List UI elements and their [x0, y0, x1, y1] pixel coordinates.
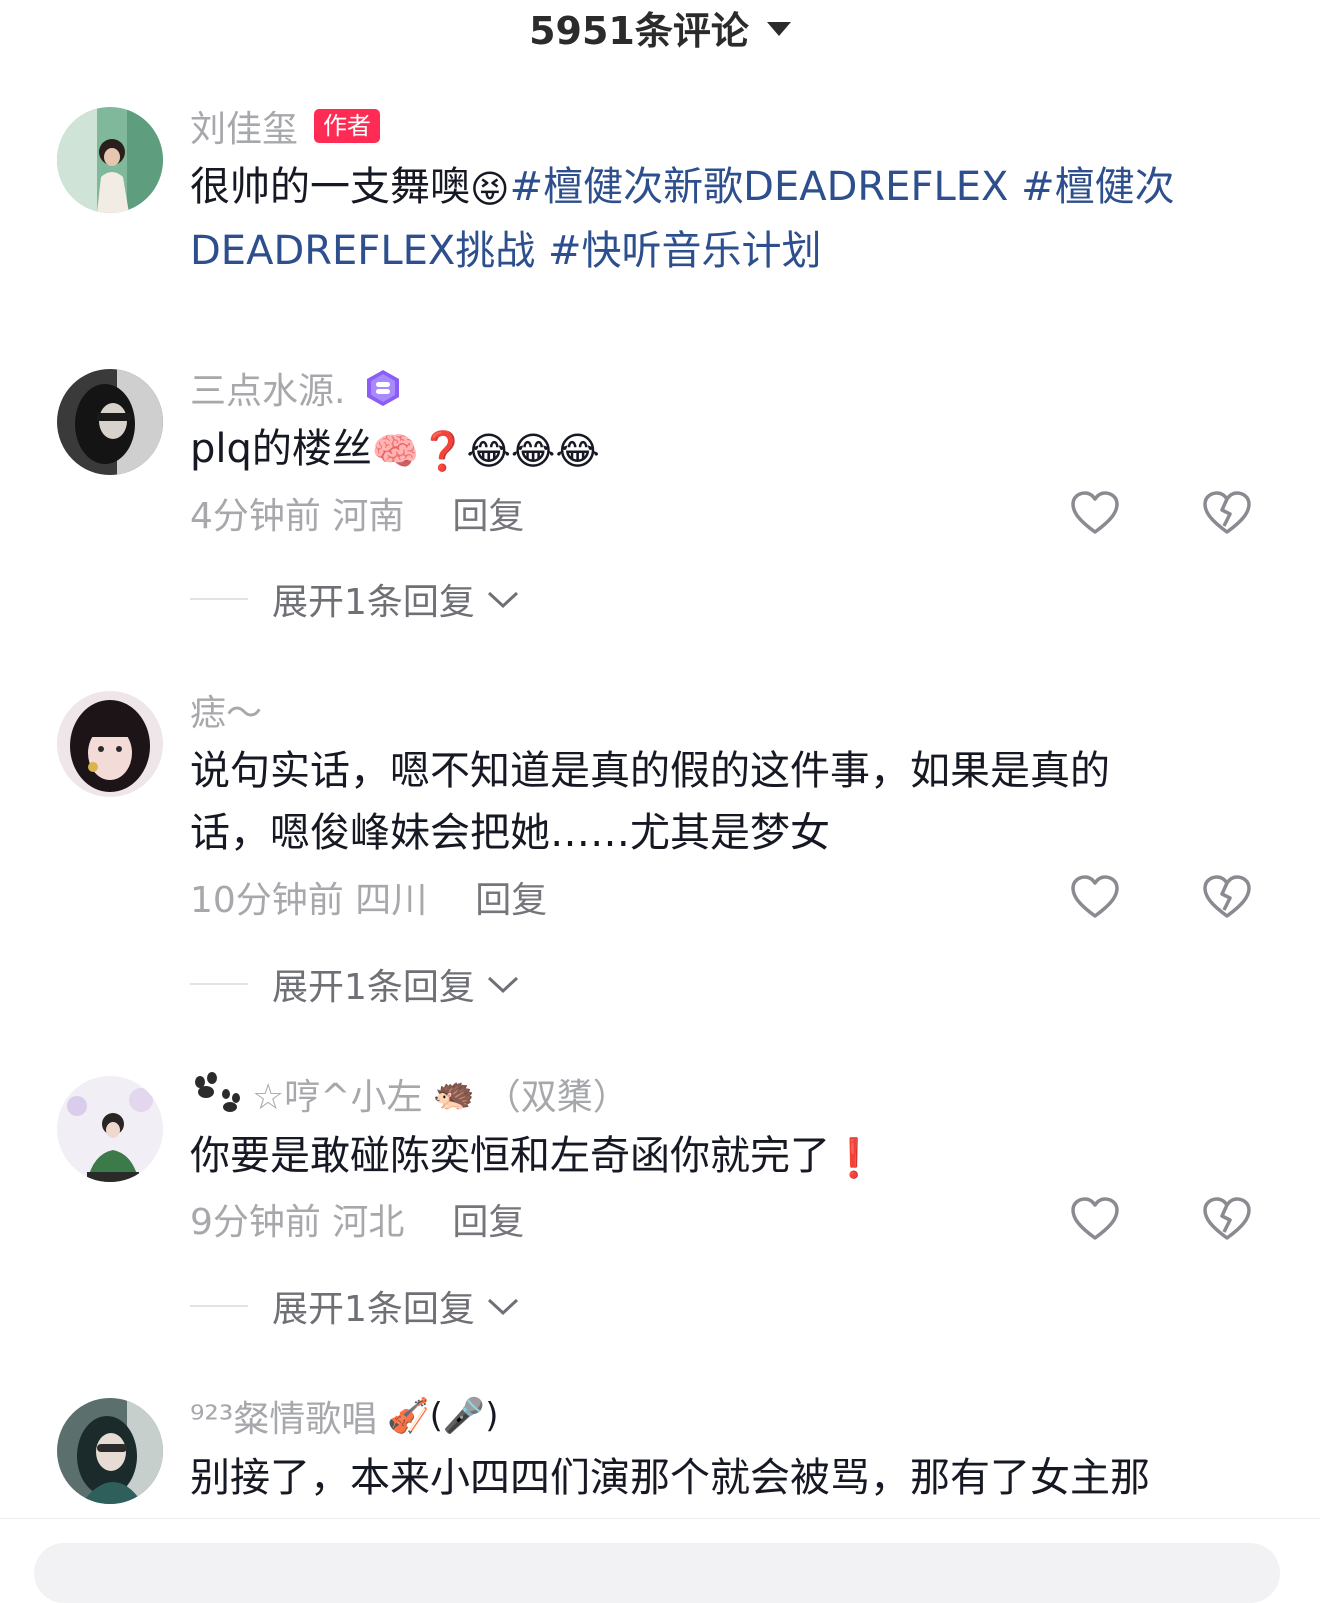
- hedgehog-emoji: 🦔: [432, 1074, 475, 1114]
- username-suffix: （双橥）: [484, 1077, 629, 1118]
- divider: [190, 983, 248, 985]
- time-location: 9分钟前 河北: [190, 1202, 405, 1243]
- divider: [190, 598, 248, 600]
- comment-actions: [1070, 490, 1260, 536]
- comment-text-line: 说句实话，嗯不知道是真的假的这件事，如果是真的: [190, 748, 1110, 794]
- expand-replies[interactable]: 展开1条回复: [190, 962, 521, 1008]
- violin-microphone-emoji: 🎻(🎤): [387, 1396, 499, 1436]
- comments-header[interactable]: 5951条评论: [0, 0, 1320, 54]
- reply-button[interactable]: 回复: [452, 487, 524, 539]
- comment-actions: [1070, 1196, 1260, 1242]
- avatar[interactable]: [57, 369, 163, 475]
- comment-text: 很帅的一支舞噢😝#檀健次新歌DEADREFLEX #檀健次 DEADREFLEX…: [190, 156, 1250, 282]
- comment-actions: [1070, 874, 1260, 920]
- broken-heart-icon[interactable]: [1202, 1196, 1252, 1242]
- comment-text-content: 很帅的一支舞噢: [190, 164, 470, 210]
- comment-meta: 9分钟前 河北 回复: [190, 1193, 1260, 1245]
- expand-replies[interactable]: 展开1条回复: [190, 1284, 521, 1330]
- chevron-down-icon: [487, 591, 518, 609]
- comment-text: 你要是敢碰陈奕恒和左奇函你就完了❗: [190, 1125, 1250, 1189]
- comment-header: 痣～: [190, 688, 262, 734]
- squinting-tongue-emoji: 😝: [470, 167, 510, 211]
- comment-text: plq的楼丝🧠❓😂😂😂: [190, 418, 1250, 482]
- emoji-group: 🧠❓😂😂😂: [371, 429, 600, 473]
- avatar[interactable]: [57, 107, 163, 213]
- comment-header: ☆哼^小左 🦔 （双橥）: [190, 1072, 629, 1118]
- comment-text: 说句实话，嗯不知道是真的假的这件事，如果是真的 话，嗯俊峰妹会把她……尤其是梦女: [190, 740, 1250, 864]
- comment-header: 刘佳玺 作者: [190, 104, 381, 150]
- comment-meta: 4分钟前 河南 回复: [190, 487, 1260, 539]
- comment-text-content: 别接了，本来小四四们演那个就会被骂，那有了女主那: [190, 1455, 1150, 1501]
- expand-replies[interactable]: 展开1条回复: [190, 577, 521, 623]
- chevron-down-icon: [487, 976, 518, 994]
- author-badge: 作者: [314, 109, 381, 143]
- heart-icon[interactable]: [1070, 874, 1120, 920]
- comment-input[interactable]: [34, 1543, 1280, 1603]
- comment-text: 别接了，本来小四四们演那个就会被骂，那有了女主那: [190, 1447, 1250, 1509]
- bottom-input-bar: [0, 1518, 1320, 1603]
- paw-icon: [195, 1072, 240, 1112]
- comment-count-title: 5951条评论: [529, 8, 749, 53]
- caret-down-icon[interactable]: [766, 22, 791, 36]
- comment-header: 三点水源.: [190, 366, 403, 412]
- reply-button[interactable]: 回复: [452, 1193, 524, 1245]
- exclamation-emoji: ❗: [830, 1136, 878, 1180]
- broken-heart-icon[interactable]: [1202, 490, 1252, 536]
- heart-icon[interactable]: [1070, 1196, 1120, 1242]
- username[interactable]: 刘佳玺: [190, 100, 298, 152]
- comment-text-line: 话，嗯俊峰妹会把她……尤其是梦女: [190, 810, 830, 856]
- expand-replies-label: 展开1条回复: [272, 582, 475, 623]
- expand-replies-label: 展开1条回复: [272, 967, 475, 1008]
- time-location: 4分钟前 河南: [190, 496, 405, 537]
- comment-meta: 10分钟前 四川 回复: [190, 871, 1260, 923]
- avatar[interactable]: [57, 691, 163, 797]
- vip-badge-icon: [367, 370, 400, 406]
- expand-replies-label: 展开1条回复: [272, 1289, 475, 1330]
- broken-heart-icon[interactable]: [1202, 874, 1252, 920]
- username[interactable]: ☆哼^小左: [252, 1068, 422, 1120]
- username[interactable]: 痣～: [190, 684, 262, 736]
- reply-button[interactable]: 回复: [475, 871, 547, 923]
- time-location: 10分钟前 四川: [190, 880, 428, 921]
- username[interactable]: 三点水源.: [190, 362, 345, 414]
- hashtag-link[interactable]: DEADREFLEX挑战 #快听音乐计划: [190, 228, 822, 274]
- divider: [190, 1305, 248, 1307]
- comment-text-content: plq的楼丝: [190, 426, 372, 472]
- comment-text-line: 很帅的一支舞噢😝#檀健次新歌DEADREFLEX #檀健次: [190, 156, 1250, 220]
- chevron-down-icon: [487, 1298, 518, 1316]
- username[interactable]: ⁹²³粲情歌唱: [190, 1390, 377, 1442]
- heart-icon[interactable]: [1070, 490, 1120, 536]
- hashtag-link[interactable]: #檀健次新歌DEADREFLEX #檀健次: [510, 164, 1175, 210]
- comment-text-line: DEADREFLEX挑战 #快听音乐计划: [190, 220, 1250, 282]
- avatar[interactable]: [57, 1398, 163, 1504]
- comment-header: ⁹²³粲情歌唱 🎻(🎤): [190, 1394, 499, 1440]
- avatar[interactable]: [57, 1076, 163, 1182]
- comment-text-content: 你要是敢碰陈奕恒和左奇函你就完了: [190, 1133, 830, 1179]
